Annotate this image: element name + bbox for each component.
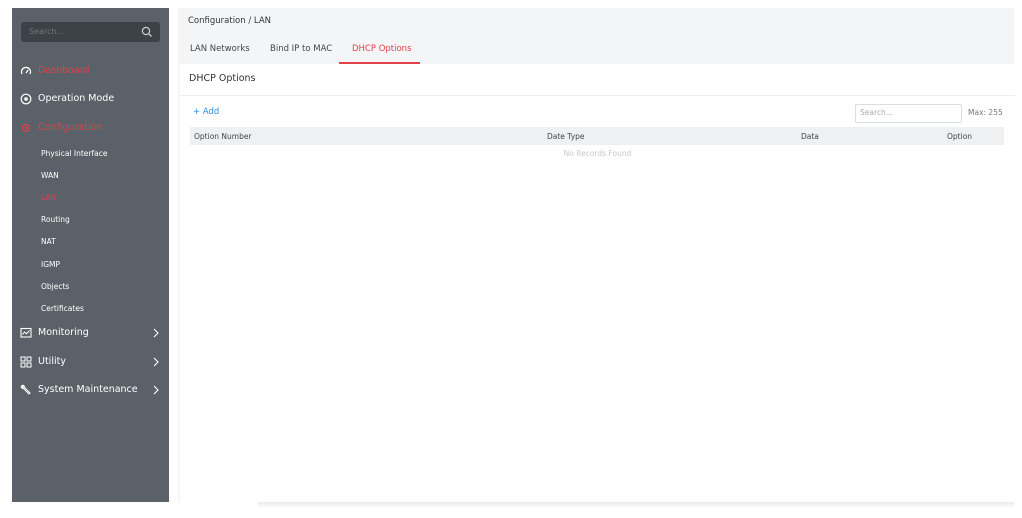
utility-icon	[20, 356, 32, 368]
sidebar-subitem-lan[interactable]: LAN	[41, 193, 56, 202]
sidebar-subitem-routing[interactable]: Routing	[41, 215, 70, 224]
sidebar-item-operation-mode[interactable]: Operation Mode	[12, 88, 169, 110]
tab-bind-ip-to-mac[interactable]: Bind IP to MAC	[270, 44, 332, 54]
sidebar-item-configuration[interactable]: Configuration	[12, 117, 169, 139]
column-header-option: Option	[947, 132, 973, 141]
table-header: Option Number Date Type Data Option	[190, 127, 1004, 145]
sidebar: Search... Dashboard Operation Mode Confi…	[12, 8, 169, 502]
sidebar-subitem-nat[interactable]: NAT	[41, 237, 56, 246]
chevron-right-icon	[153, 357, 159, 367]
sidebar-search[interactable]: Search...	[21, 22, 160, 42]
table-search	[855, 104, 962, 123]
panel-divider	[180, 95, 1015, 96]
chevron-right-icon	[153, 328, 159, 338]
sidebar-item-label: Monitoring	[38, 327, 89, 338]
sidebar-item-dashboard[interactable]: Dashboard	[12, 60, 169, 82]
sidebar-item-label: System Maintenance	[38, 384, 138, 395]
chevron-right-icon	[153, 385, 159, 395]
column-header-data[interactable]: Data	[801, 132, 819, 141]
tab-bar: LAN Networks Bind IP to MAC DHCP Options	[178, 40, 578, 64]
sidebar-subitem-objects[interactable]: Objects	[41, 282, 69, 291]
monitoring-icon	[20, 327, 32, 338]
dashboard-icon	[20, 66, 32, 75]
operation-mode-icon	[20, 93, 32, 105]
tab-dhcp-options[interactable]: DHCP Options	[352, 44, 412, 54]
column-header-date-type[interactable]: Date Type	[547, 132, 585, 141]
empty-table-message: No Records Found	[563, 149, 632, 158]
sidebar-subitem-physical-interface[interactable]: Physical Interface	[41, 149, 107, 158]
configuration-icon	[21, 123, 31, 133]
breadcrumb: Configuration / LAN	[188, 16, 272, 26]
sidebar-item-system-maintenance[interactable]: System Maintenance	[12, 379, 169, 401]
max-entries-label: Max: 255	[968, 108, 1003, 117]
system-maintenance-icon	[20, 384, 31, 395]
sidebar-item-label: Dashboard	[38, 65, 90, 76]
search-input[interactable]	[860, 105, 956, 120]
sidebar-item-label: Utility	[38, 356, 66, 367]
sidebar-item-monitoring[interactable]: Monitoring	[12, 322, 169, 344]
panel-title: DHCP Options	[189, 73, 256, 84]
bottom-shadow	[258, 502, 1014, 508]
tab-lan-networks[interactable]: LAN Networks	[190, 44, 250, 54]
sidebar-subitem-igmp[interactable]: IGMP	[41, 260, 60, 269]
sidebar-search-placeholder: Search...	[29, 27, 65, 36]
main-content: Configuration / LAN LAN Networks Bind IP…	[178, 8, 1015, 502]
sidebar-subitem-wan[interactable]: WAN	[41, 171, 59, 180]
sidebar-subitem-certificates[interactable]: Certificates	[41, 304, 84, 313]
sidebar-item-label: Operation Mode	[38, 93, 115, 104]
dhcp-options-panel: DHCP Options + Add Max: 255 Option Numbe…	[180, 64, 1015, 502]
column-header-option-number[interactable]: Option Number	[194, 132, 252, 141]
search-icon[interactable]	[140, 25, 154, 39]
sidebar-item-utility[interactable]: Utility	[12, 351, 169, 373]
sidebar-item-label: Configuration	[38, 122, 103, 133]
add-button[interactable]: + Add	[193, 107, 219, 117]
